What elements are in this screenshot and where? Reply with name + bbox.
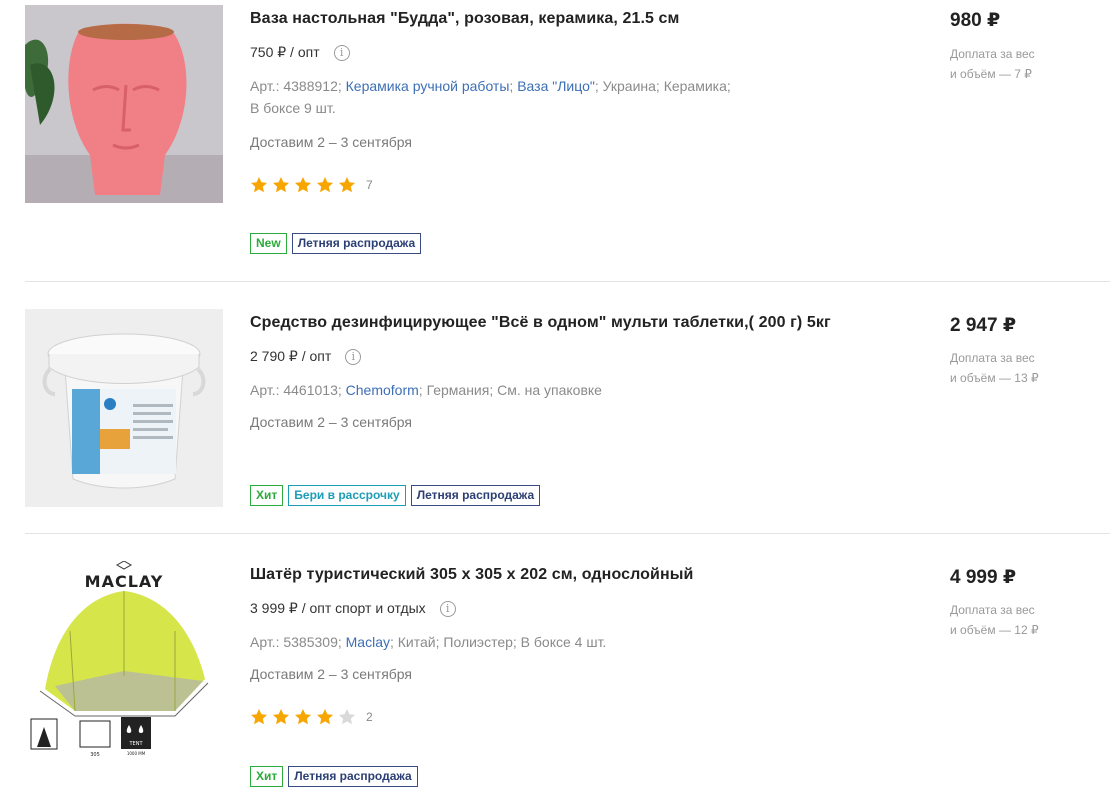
tent-brand-label: MACLAY bbox=[85, 572, 164, 591]
opt-price: 3 999 ₽ / опт спорт и отдых bbox=[250, 600, 426, 616]
info-icon[interactable]: i bbox=[439, 600, 456, 617]
badge-installment[interactable]: Бери в рассрочку bbox=[288, 485, 406, 506]
info-icon[interactable]: i bbox=[333, 44, 350, 61]
divider bbox=[25, 533, 1110, 534]
attributes-tail: Германия; См. на упаковке bbox=[426, 382, 602, 398]
product-title[interactable]: Средство дезинфицирующее "Всё в одном" м… bbox=[250, 314, 831, 332]
badge-list: Хит Летняя распродажа bbox=[250, 766, 418, 787]
product-price: 4 999 ₽ bbox=[950, 567, 1017, 588]
badge-summer-sale[interactable]: Летняя распродажа bbox=[288, 766, 418, 787]
product-attributes: Арт.: 4461013; Chemoform; Германия; См. … bbox=[250, 382, 602, 398]
product-price: 980 ₽ bbox=[950, 10, 1001, 31]
product-image-bucket[interactable] bbox=[25, 309, 223, 507]
collection-link[interactable]: Ваза "Лицо" bbox=[517, 78, 595, 94]
product-image-tent[interactable]: MACLAY 305 TENT 1000 MM bbox=[25, 561, 223, 759]
surcharge-line-1: Доплата за вес bbox=[950, 47, 1035, 61]
star-icon bbox=[339, 709, 355, 725]
star-icon bbox=[251, 709, 267, 725]
surcharge-line-2: и объём — 12 ₽ bbox=[950, 623, 1039, 637]
delivery-date: Доставим 2 – 3 сентября bbox=[250, 414, 413, 430]
badge-summer-sale[interactable]: Летняя распродажа bbox=[291, 233, 422, 254]
product-price: 2 947 ₽ bbox=[950, 315, 1017, 336]
star-icon bbox=[295, 177, 311, 193]
star-icon bbox=[295, 709, 311, 725]
vase-image bbox=[25, 5, 223, 203]
delivery-date: Доставим 2 – 3 сентября bbox=[250, 134, 413, 150]
delivery-date: Доставим 2 – 3 сентября bbox=[250, 666, 413, 682]
star-icon bbox=[317, 709, 333, 725]
opt-price: 750 ₽ / опт bbox=[250, 44, 320, 60]
surcharge-note: Доплата за вес и объём — 13 ₽ bbox=[950, 348, 1100, 388]
category-link[interactable]: Керамика ручной работы bbox=[346, 78, 510, 94]
rating-stars[interactable]: 7 bbox=[250, 175, 373, 195]
badge-list: New Летняя распродажа bbox=[250, 233, 422, 254]
badge-new[interactable]: New bbox=[250, 233, 287, 254]
opt-price-line: 3 999 ₽ / опт спорт и отдых i bbox=[250, 600, 456, 617]
brand-link[interactable]: Maclay bbox=[346, 634, 390, 650]
star-icon bbox=[273, 177, 289, 193]
badge-list: Хит Бери в рассрочку Летняя распродажа bbox=[250, 485, 541, 506]
rating-count[interactable]: 7 bbox=[366, 178, 373, 192]
opt-price: 2 790 ₽ / опт bbox=[250, 348, 332, 364]
info-icon[interactable]: i bbox=[345, 348, 362, 365]
opt-price-line: 2 790 ₽ / опт i bbox=[250, 348, 362, 365]
article-number: Арт.: 4388912; bbox=[250, 78, 342, 94]
product-attributes: Арт.: 5385309; Maclay; Китай; Полиэстер;… bbox=[250, 634, 607, 650]
tent-dimension-label: 305 bbox=[90, 752, 100, 758]
attributes-tail: Украина; Керамика; bbox=[602, 78, 731, 94]
bucket-image bbox=[25, 309, 223, 507]
badge-hit[interactable]: Хит bbox=[250, 766, 284, 787]
tent-water-label: TENT bbox=[128, 741, 143, 747]
opt-price-line: 750 ₽ / опт i bbox=[250, 44, 350, 61]
tent-water-rating: 1000 MM bbox=[127, 751, 146, 756]
surcharge-line-2: и объём — 13 ₽ bbox=[950, 371, 1039, 385]
article-number: Арт.: 5385309; bbox=[250, 634, 342, 650]
surcharge-note: Доплата за вес и объём — 12 ₽ bbox=[950, 600, 1100, 640]
product-image-vase[interactable] bbox=[25, 5, 223, 203]
star-icon bbox=[273, 709, 289, 725]
rating-count[interactable]: 2 bbox=[366, 710, 373, 724]
star-icon bbox=[251, 177, 267, 193]
tent-image: MACLAY 305 TENT 1000 MM bbox=[25, 561, 223, 759]
surcharge-note: Доплата за вес и объём — 7 ₽ bbox=[950, 44, 1100, 84]
surcharge-line-1: Доплата за вес bbox=[950, 603, 1035, 617]
surcharge-line-1: Доплата за вес bbox=[950, 351, 1035, 365]
rating-stars[interactable]: 2 bbox=[250, 707, 373, 727]
divider bbox=[25, 281, 1110, 282]
product-title[interactable]: Ваза настольная "Будда", розовая, керами… bbox=[250, 10, 679, 28]
product-title[interactable]: Шатёр туристический 305 х 305 х 202 см, … bbox=[250, 566, 693, 584]
star-icon bbox=[317, 177, 333, 193]
article-number: Арт.: 4461013; bbox=[250, 382, 342, 398]
surcharge-line-2: и объём — 7 ₽ bbox=[950, 67, 1032, 81]
attributes-tail: Китай; Полиэстер; В боксе 4 шт. bbox=[397, 634, 607, 650]
product-attributes: Арт.: 4388912; Керамика ручной работы; В… bbox=[250, 78, 731, 116]
box-quantity: В боксе 9 шт. bbox=[250, 100, 336, 116]
badge-hit[interactable]: Хит bbox=[250, 485, 284, 506]
star-icon bbox=[339, 177, 355, 193]
brand-link[interactable]: Chemoform bbox=[346, 382, 419, 398]
badge-summer-sale[interactable]: Летняя распродажа bbox=[410, 485, 541, 506]
